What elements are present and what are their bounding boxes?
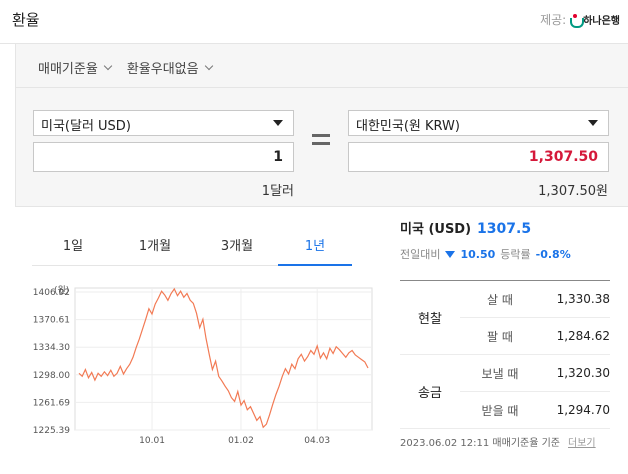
cash-group-label: 현찰 (400, 280, 460, 355)
tab-1-day[interactable]: 1일 (32, 228, 114, 265)
chevron-down-icon (103, 61, 113, 70)
x-tick-label: 10.01 (139, 436, 165, 446)
footer: 2023.06.02 12:11 매매기준율 기준 더보기 (400, 434, 596, 449)
country-label: 미국 (USD) (400, 222, 472, 237)
row-value: 1,330.38 (530, 280, 610, 318)
divider (16, 87, 628, 88)
remittance-group-label: 송금 (400, 354, 460, 429)
y-tick-label: 1225.39 (33, 426, 70, 436)
from-currency-label: 미국(달러 USD) (41, 119, 131, 134)
to-currency-select[interactable]: 대한민국(원 KRW) (348, 110, 609, 136)
y-tick-label: 1261.69 (33, 398, 70, 408)
prev-day-label: 전일대비 (400, 248, 441, 261)
header: 환율 제공: 하나은행 (0, 0, 628, 44)
row-value: 1,284.62 (530, 317, 610, 355)
equals-icon (312, 134, 330, 150)
timestamp: 2023.06.02 12:11 매매기준율 기준 (400, 438, 561, 449)
converter-panel: 매매기준율 환율우대없음 미국(달러 USD) 1 대한민국(원 KRW) 1,… (15, 44, 628, 207)
tab-3-months[interactable]: 3개월 (196, 228, 278, 265)
to-unit-text: 1,307.50원 (538, 184, 608, 199)
row-value: 1,320.30 (530, 354, 610, 392)
table-row: 송금 보낼 때 1,320.30 (400, 354, 610, 429)
rate-basis-label: 매매기준율 (38, 62, 98, 77)
provider: 제공: 하나은행 (540, 11, 620, 28)
provider-label: 제공: (540, 13, 567, 27)
caret-down-icon (273, 120, 283, 126)
row-label: 받을 때 (460, 391, 530, 429)
y-tick-label: 1370.61 (33, 316, 70, 326)
preferential-rate-dropdown[interactable]: 환율우대없음 (126, 58, 213, 77)
filter-bar: 매매기준율 환율우대없음 (38, 58, 213, 77)
tab-1-month[interactable]: 1개월 (114, 228, 196, 265)
to-amount-input[interactable]: 1,307.50 (348, 142, 609, 172)
to-currency-label: 대한민국(원 KRW) (356, 119, 460, 134)
x-tick-label: 04.03 (304, 436, 330, 446)
y-tick-label: 1334.30 (33, 343, 70, 353)
caret-down-icon (588, 120, 598, 126)
pct-label: 등락률 (500, 248, 531, 261)
x-tick-label: 01.02 (228, 436, 254, 446)
preferential-rate-label: 환율우대없음 (126, 62, 199, 77)
page-title: 환율 (12, 11, 40, 29)
from-amount-input[interactable]: 1 (33, 142, 294, 172)
row-label: 보낼 때 (460, 354, 530, 392)
y-tick-label: 1298.00 (33, 371, 70, 381)
rates-table: 현찰 살 때 1,330.38 팔 때 1,284.62 송금 보낼 때 1,3… (400, 280, 610, 429)
rate-basis-dropdown[interactable]: 매매기준율 (38, 58, 113, 77)
row-label: 살 때 (460, 280, 530, 318)
period-tabs: 1일 1개월 3개월 1년 (32, 228, 352, 266)
pct-value: -0.8% (535, 247, 571, 261)
row-value: 1,294.70 (530, 391, 610, 429)
row-label: 팔 때 (460, 317, 530, 355)
provider-name: 하나은행 (583, 16, 620, 27)
current-rate: 1307.5 (477, 221, 532, 237)
y-tick-label: 1406.92 (33, 288, 70, 298)
hana-bank-logo-icon (569, 13, 585, 28)
from-currency-select[interactable]: 미국(달러 USD) (33, 110, 294, 136)
down-arrow-icon (445, 250, 456, 258)
rate-summary: 미국 (USD) 1307.5 전일대비 10.50 등락률 -0.8% (400, 218, 610, 262)
table-row: 현찰 살 때 1,330.38 (400, 280, 610, 355)
tab-1-year[interactable]: 1년 (278, 228, 352, 266)
rate-line (78, 287, 369, 429)
exchange-rate-chart: (원)1406.921370.611334.301298.001261.6912… (33, 285, 373, 446)
from-unit-text: 1달러 (261, 184, 294, 199)
more-link[interactable]: 더보기 (568, 434, 596, 449)
plot-frame (74, 287, 373, 431)
provider-logo[interactable]: 하나은행 (569, 12, 620, 28)
change-value: 10.50 (460, 247, 496, 261)
chevron-down-icon (204, 61, 213, 70)
